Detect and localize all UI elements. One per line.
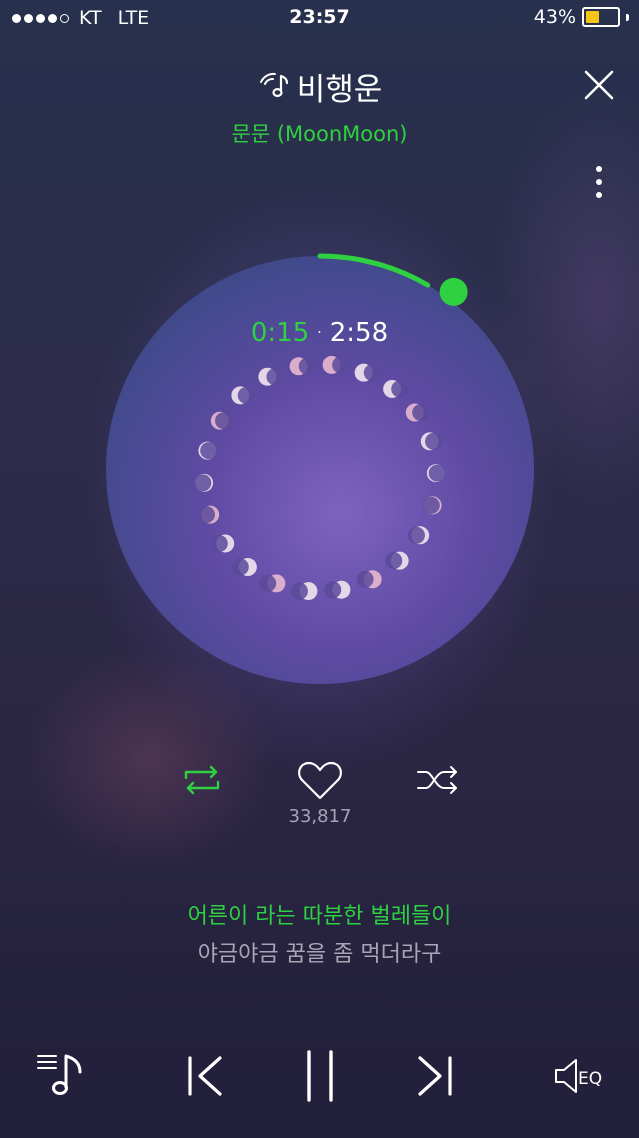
battery-indicator: 43%	[534, 6, 629, 28]
time-display: 0:15 · 2:58	[0, 318, 639, 348]
music-note-icon	[257, 70, 291, 104]
current-time: 0:15	[250, 318, 310, 348]
track-header: 비행운	[0, 64, 639, 109]
lyrics-current-line[interactable]: 어른이 라는 따분한 벌레들이	[0, 898, 639, 930]
lyrics-next-line[interactable]: 야금야금 꿈을 좀 먹더라구	[0, 936, 639, 968]
next-button[interactable]	[416, 1054, 454, 1098]
more-options-button[interactable]	[586, 163, 612, 203]
next-icon	[418, 1056, 452, 1096]
eq-icon: EQ	[555, 1059, 602, 1093]
playlist-icon	[37, 1054, 82, 1095]
close-button[interactable]	[580, 66, 618, 104]
shuffle-button[interactable]	[414, 762, 462, 798]
status-bar: KT LTE 23:57 43%	[0, 0, 639, 36]
close-icon	[584, 70, 614, 100]
eq-label: EQ	[578, 1069, 602, 1089]
more-icon	[596, 166, 602, 198]
song-title: 비행운	[296, 72, 383, 108]
previous-icon	[188, 1056, 222, 1096]
pause-icon	[307, 1050, 333, 1102]
time-separator: ·	[317, 325, 322, 341]
shuffle-icon	[417, 766, 457, 794]
equalizer-button[interactable]: EQ	[552, 1054, 612, 1098]
like-button[interactable]	[296, 760, 344, 802]
heart-icon	[298, 761, 342, 800]
progress-arc	[317, 253, 431, 288]
battery-icon	[582, 7, 620, 27]
repeat-button[interactable]	[178, 762, 226, 798]
repeat-icon	[184, 765, 220, 795]
artist-name[interactable]: 문문 (MoonMoon)	[0, 118, 639, 148]
progress-handle[interactable]	[439, 277, 468, 306]
total-time: 2:58	[329, 318, 389, 348]
pause-button[interactable]	[304, 1050, 336, 1102]
progress-ring[interactable]	[96, 246, 544, 694]
playlist-button[interactable]	[36, 1050, 88, 1100]
battery-percent: 43%	[533, 6, 576, 28]
previous-button[interactable]	[186, 1054, 224, 1098]
like-count: 33,817	[288, 806, 352, 827]
